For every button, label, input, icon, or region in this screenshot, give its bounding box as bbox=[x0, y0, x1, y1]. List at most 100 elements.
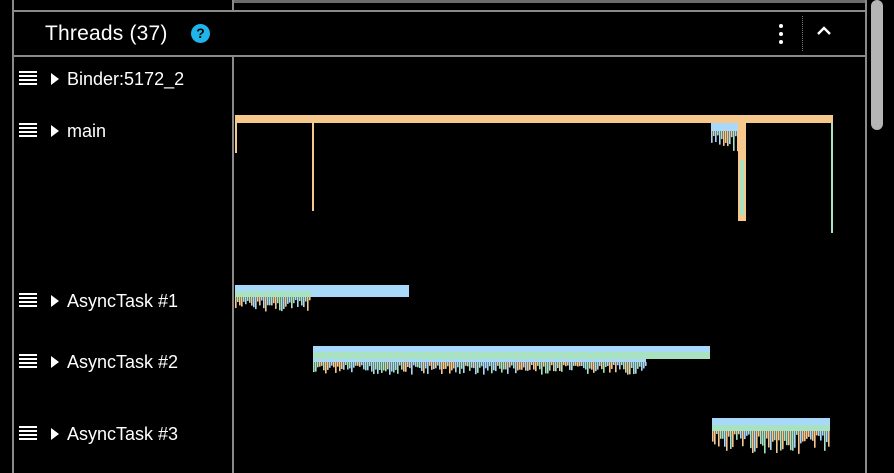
trace-slice-fragment[interactable] bbox=[627, 362, 629, 375]
trace-slice-fragment[interactable] bbox=[780, 431, 782, 451]
trace-slice-fragment[interactable] bbox=[479, 362, 481, 368]
trace-slice-fragment[interactable] bbox=[439, 362, 441, 370]
trace-slice-fragment[interactable] bbox=[729, 131, 731, 145]
trace-slice-fragment[interactable] bbox=[595, 362, 597, 372]
trace-slice-fragment[interactable] bbox=[291, 297, 293, 309]
trace-slice-fragment[interactable] bbox=[495, 362, 497, 372]
trace-slice-fragment[interactable] bbox=[617, 362, 619, 366]
trace-slice-fragment[interactable] bbox=[717, 131, 719, 136]
trace-slice-fragment[interactable] bbox=[471, 362, 473, 368]
trace-slice-fragment[interactable] bbox=[365, 362, 367, 371]
trace-slice-fragment[interactable] bbox=[511, 362, 513, 366]
trace-slice-fragment[interactable] bbox=[413, 362, 415, 366]
trace-slice-fragment[interactable] bbox=[790, 431, 792, 451]
trace-slice-fragment[interactable] bbox=[465, 362, 467, 366]
trace-slice-fragment[interactable] bbox=[321, 362, 323, 366]
drag-handle-icon[interactable] bbox=[19, 426, 37, 441]
trace-slice-fragment[interactable] bbox=[373, 362, 375, 375]
trace-slice-fragment[interactable] bbox=[383, 362, 385, 371]
trace-slice-fragment[interactable] bbox=[243, 297, 245, 302]
trace-slice-fragment[interactable] bbox=[768, 431, 770, 448]
trace-slice-fragment[interactable] bbox=[363, 362, 365, 370]
trace-slice-fragment[interactable] bbox=[822, 431, 824, 436]
trace-slice-fragment[interactable] bbox=[503, 362, 505, 370]
trace-slice-fragment[interactable] bbox=[774, 431, 776, 441]
trace-slice-fragment[interactable] bbox=[521, 362, 523, 370]
trace-slice-fragment[interactable] bbox=[603, 362, 605, 373]
trace-slice-fragment[interactable] bbox=[760, 431, 762, 445]
trace-slice-fragment[interactable] bbox=[814, 431, 816, 448]
trace-slice-fragment[interactable] bbox=[341, 362, 343, 370]
trace-slice-fragment[interactable] bbox=[784, 431, 786, 441]
trace-slice-fragment[interactable] bbox=[353, 362, 355, 368]
trace-slice-fragment[interactable] bbox=[611, 362, 613, 369]
trace-slice-fragment[interactable] bbox=[487, 362, 489, 371]
trace-slice-fragment[interactable] bbox=[748, 431, 750, 435]
trace-slice-fragment[interactable] bbox=[737, 131, 739, 152]
trace-slice-fragment[interactable] bbox=[281, 297, 283, 312]
trace-slice-fragment[interactable] bbox=[723, 131, 725, 146]
trace-slice-fragment[interactable] bbox=[255, 297, 257, 310]
trace-slice-fragment[interactable] bbox=[782, 431, 784, 450]
trace-slice-fragment[interactable] bbox=[804, 431, 806, 442]
trace-slice-fragment[interactable] bbox=[309, 297, 311, 301]
trace-slice-fragment[interactable] bbox=[619, 362, 621, 370]
trace-slice-fragment[interactable] bbox=[293, 297, 295, 304]
trace-slice-fragment[interactable] bbox=[802, 431, 804, 442]
thread-row-asynctask-2[interactable]: AsyncTask #2 bbox=[14, 350, 232, 374]
trace-slice-fragment[interactable] bbox=[433, 362, 435, 370]
trace-slice-fragment[interactable] bbox=[713, 131, 715, 137]
trace-slice-fragment[interactable] bbox=[621, 362, 623, 366]
trace-slice-fragment[interactable] bbox=[271, 297, 273, 306]
trace-slice-fragment[interactable] bbox=[391, 362, 393, 372]
trace-slice-fragment[interactable] bbox=[339, 362, 341, 372]
trace-slice-fragment[interactable] bbox=[766, 431, 768, 439]
trace-slice-fragment[interactable] bbox=[746, 431, 748, 436]
trace-slice-fragment[interactable] bbox=[251, 297, 253, 306]
trace-slice-fragment[interactable] bbox=[299, 297, 301, 302]
trace-slice-fragment[interactable] bbox=[740, 160, 744, 215]
trace-slice-fragment[interactable] bbox=[722, 431, 724, 439]
trace-slice-fragment[interactable] bbox=[541, 362, 543, 375]
trace-slice-fragment[interactable] bbox=[533, 362, 535, 370]
expand-caret-icon[interactable] bbox=[51, 125, 59, 137]
trace-slice-fragment[interactable] bbox=[349, 362, 351, 369]
trace-slice-fragment[interactable] bbox=[497, 362, 499, 366]
trace-slice-fragment[interactable] bbox=[806, 431, 808, 439]
trace-slice-fragment[interactable] bbox=[307, 297, 309, 311]
trace-slice-fragment[interactable] bbox=[385, 362, 387, 372]
trace-slice-fragment[interactable] bbox=[519, 362, 521, 370]
trace-slice-fragment[interactable] bbox=[267, 297, 269, 306]
trace-slice-fragment[interactable] bbox=[331, 362, 333, 366]
trace-slice-fragment[interactable] bbox=[417, 362, 419, 368]
trace-slice-fragment[interactable] bbox=[427, 362, 429, 374]
trace-slice-fragment[interactable] bbox=[313, 362, 315, 373]
trace-slice-fragment[interactable] bbox=[744, 431, 746, 440]
trace-slice-fragment[interactable] bbox=[379, 362, 381, 370]
trace-slice-fragment[interactable] bbox=[531, 362, 533, 366]
trace-slice-fragment[interactable] bbox=[764, 431, 766, 454]
trace-slice-fragment[interactable] bbox=[529, 362, 531, 370]
trace-slice-fragment[interactable] bbox=[539, 362, 541, 370]
trace-slice-fragment[interactable] bbox=[589, 362, 591, 369]
trace-slice-fragment[interactable] bbox=[441, 362, 443, 375]
trace-slice-fragment[interactable] bbox=[631, 362, 633, 369]
trace-slice-fragment[interactable] bbox=[239, 297, 241, 306]
expand-caret-icon[interactable] bbox=[51, 428, 59, 440]
trace-slice-fragment[interactable] bbox=[407, 362, 409, 368]
trace-slice-fragment[interactable] bbox=[831, 123, 833, 233]
trace-slice-fragment[interactable] bbox=[501, 362, 503, 373]
trace-slice-fragment[interactable] bbox=[327, 362, 329, 370]
trace-slice-fragment[interactable] bbox=[403, 362, 405, 372]
trace-slice-fragment[interactable] bbox=[269, 297, 271, 306]
expand-caret-icon[interactable] bbox=[51, 73, 59, 85]
trace-slice-fragment[interactable] bbox=[573, 362, 575, 366]
trace-slice-fragment[interactable] bbox=[571, 362, 573, 371]
trace-slice-fragment[interactable] bbox=[263, 297, 265, 309]
trace-slice-fragment[interactable] bbox=[587, 362, 589, 374]
trace-slice-fragment[interactable] bbox=[297, 297, 299, 308]
trace-slice-fragment[interactable] bbox=[387, 362, 389, 370]
trace-slice-fragment[interactable] bbox=[347, 362, 349, 370]
trace-slice-fragment[interactable] bbox=[397, 362, 399, 374]
trace-slice-fragment[interactable] bbox=[399, 362, 401, 366]
